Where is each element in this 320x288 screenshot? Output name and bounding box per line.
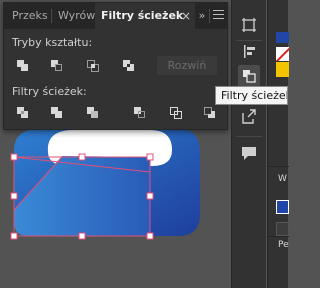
comment-icon [242,147,256,160]
exclude-icon [123,60,134,71]
collapse-panel-icon[interactable]: » [195,3,209,29]
crop-button[interactable] [130,103,150,121]
pane-divider [268,166,289,167]
crop-icon [134,107,145,118]
pane-section-label: W [278,174,287,184]
outline-button[interactable] [166,103,186,121]
pathfinder-panel: Przeks Wyrów Filtry ścieżek × » Tryby ks… [3,2,228,130]
export-button[interactable] [238,105,260,127]
yellow-swatch[interactable] [276,62,289,77]
artboards-button[interactable] [238,14,260,36]
merge-button[interactable] [83,103,103,121]
intersect-button[interactable] [83,56,103,74]
panel-menu-icon[interactable] [213,10,224,21]
align-button[interactable] [238,40,260,62]
properties-pane-peek: W Pe [267,0,289,288]
align-icon [244,45,255,58]
expand-button[interactable]: Rozwiń [157,56,217,75]
pathfinder-button[interactable] [238,65,260,87]
merge-icon [87,107,98,118]
pathfinders-label: Filtry ścieżek: [12,85,87,98]
tab-close-icon[interactable]: × [179,3,193,29]
intersect-icon [87,60,99,72]
export-icon [242,109,256,124]
panel-dock-strip [231,0,266,288]
divide-button[interactable] [13,103,33,121]
tab-transform[interactable]: Przeks [4,3,51,29]
trim-icon [51,107,62,118]
panel-tab-bar: Przeks Wyrów Filtry ścieżek × » [4,3,227,29]
trim-button[interactable] [47,103,67,121]
artboards-icon [242,18,256,32]
pane-divider [268,236,289,237]
stroke-swatch[interactable] [276,200,289,214]
tab-align[interactable]: Wyrów [52,3,95,29]
pathfinder-icon [243,70,256,83]
none-swatch[interactable] [276,47,289,61]
pane-field[interactable] [276,222,289,236]
fill-swatch[interactable] [276,32,289,43]
minus-back-button[interactable] [200,103,220,121]
minus-front-button[interactable] [47,56,67,74]
unite-icon [17,60,28,71]
shape-modes-label: Tryby kształtu: [12,36,93,49]
outline-icon [170,107,182,119]
minus-back-icon [204,107,215,118]
pathfinder-tooltip: Filtry ścieżek [215,86,288,105]
exclude-button[interactable] [119,56,139,74]
tab-separator [209,9,210,23]
divide-icon [17,107,28,118]
strip-divider [236,136,262,137]
pane-section-label: Pe [278,240,289,250]
unite-button[interactable] [13,56,33,74]
minus-front-icon [51,60,62,71]
comment-button[interactable] [238,142,260,164]
